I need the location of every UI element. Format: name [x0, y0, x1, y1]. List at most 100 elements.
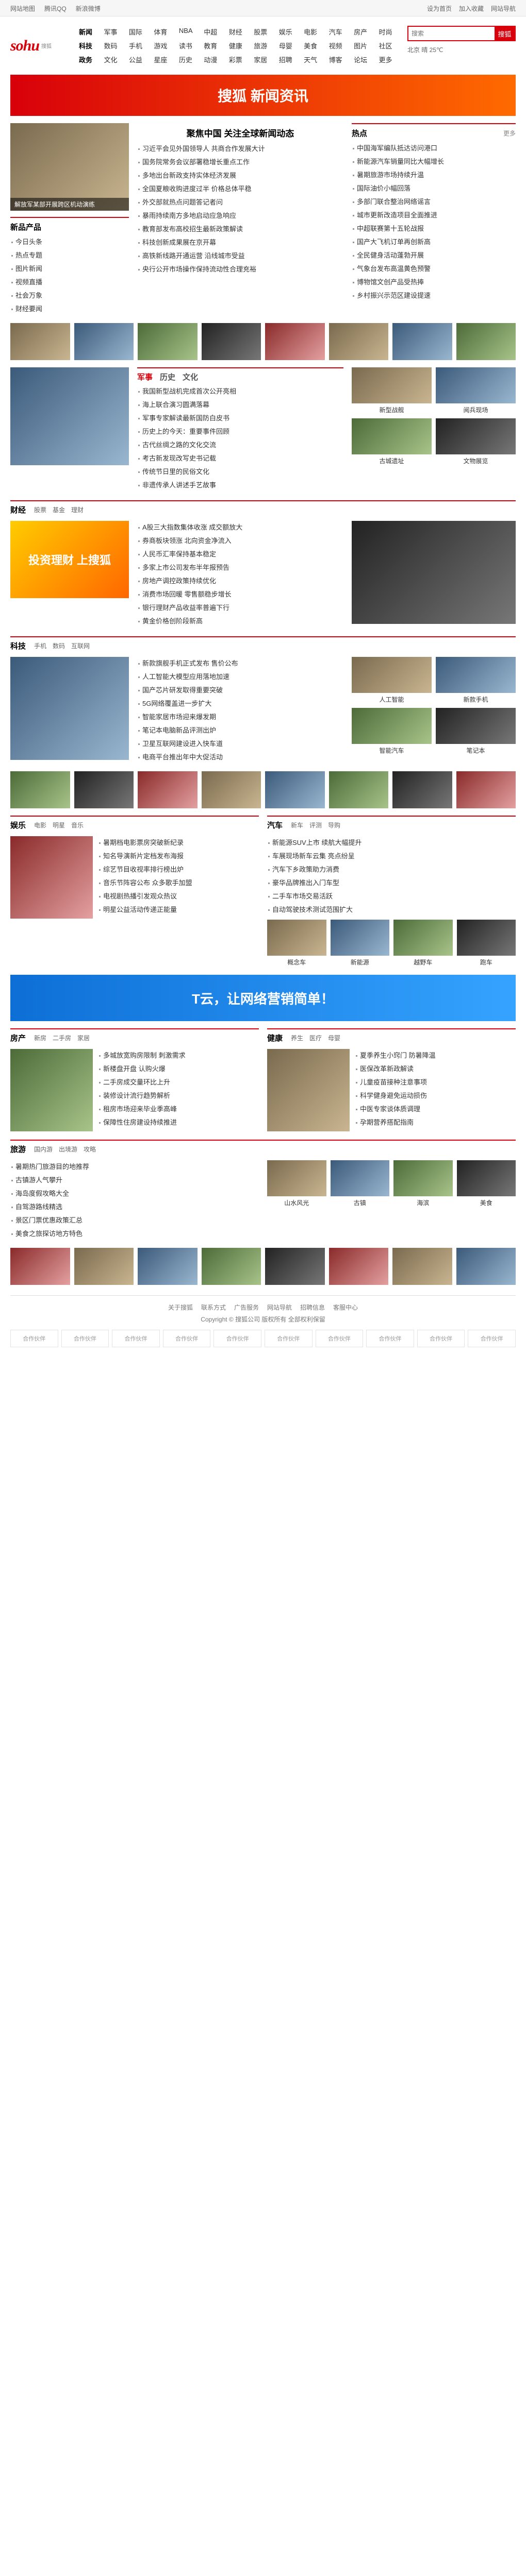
- strip-image[interactable]: [74, 1248, 134, 1285]
- news-item[interactable]: 明星公益活动传递正能量: [98, 903, 259, 917]
- sec9-thumb[interactable]: 海滨: [393, 1160, 453, 1207]
- footer-link[interactable]: 招聘信息: [300, 1304, 325, 1311]
- sec4-thumb[interactable]: 智能汽车: [352, 708, 432, 755]
- news-item[interactable]: 科学健身避免运动损伤: [355, 1089, 516, 1103]
- sec2-tab[interactable]: 历史: [160, 371, 175, 382]
- strip-image[interactable]: [328, 323, 388, 360]
- strip-image[interactable]: [10, 1248, 70, 1285]
- sec5-tab[interactable]: 音乐: [71, 821, 84, 829]
- nav-item[interactable]: 数码: [102, 40, 127, 52]
- hot-news-item[interactable]: 城市更新改造项目全面推进: [352, 209, 516, 222]
- hot-news-item[interactable]: 气象台发布高温黄色预警: [352, 262, 516, 276]
- news-item[interactable]: 电商平台推出年中大促活动: [137, 751, 343, 764]
- hot-news-item[interactable]: 全民健身活动蓬勃开展: [352, 249, 516, 262]
- news-item[interactable]: 美食之旅探访地方特色: [10, 1227, 259, 1241]
- sec6-thumb[interactable]: 跑车: [456, 920, 516, 967]
- tyun-ad[interactable]: T云，让网络营销简单！: [10, 975, 516, 1021]
- news-item[interactable]: 人工智能大模型应用落地加速: [137, 670, 343, 684]
- sec7-tab[interactable]: 新房: [34, 1033, 46, 1042]
- sec7-tab[interactable]: 家居: [77, 1033, 90, 1042]
- nav-item[interactable]: 股票: [252, 26, 277, 38]
- hot-news-item[interactable]: 乡村振兴示范区建设提速: [352, 289, 516, 302]
- news-item[interactable]: 5G网络覆盖进一步扩大: [137, 697, 343, 710]
- hot-news-item[interactable]: 国产大飞机订单再创新高: [352, 235, 516, 249]
- news-item[interactable]: 多地出台新政支持实体经济发展: [137, 169, 343, 182]
- sec4-thumb[interactable]: 新款手机: [436, 657, 516, 704]
- news-item[interactable]: 房地产调控政策持续优化: [137, 574, 343, 588]
- sec6-thumb[interactable]: 新能源: [330, 920, 389, 967]
- strip-image[interactable]: [201, 323, 261, 360]
- sec8-tab[interactable]: 养生: [291, 1033, 303, 1042]
- news-item[interactable]: 保障性住房建设持续推进: [98, 1116, 259, 1129]
- partner-logo[interactable]: 合作伙伴: [468, 1330, 516, 1347]
- sec5-tab[interactable]: 电影: [34, 821, 46, 829]
- news-item[interactable]: 央行公开市场操作保持流动性合理充裕: [137, 263, 343, 276]
- nav-item[interactable]: 天气: [302, 54, 327, 65]
- news-item[interactable]: 景区门票优惠政策汇总: [10, 1214, 259, 1227]
- sec4-tab[interactable]: 互联网: [71, 641, 90, 650]
- topbar-link[interactable]: 网站地图: [10, 4, 35, 13]
- news-item[interactable]: 暴雨持续南方多地启动应急响应: [137, 209, 343, 223]
- partner-logo[interactable]: 合作伙伴: [162, 1330, 211, 1347]
- main-headline[interactable]: 聚焦中国 关注全球新闻动态: [137, 123, 343, 142]
- news-item[interactable]: 新款旗舰手机正式发布 售价公布: [137, 657, 343, 670]
- news-item[interactable]: 非遗传承人讲述手艺故事: [137, 479, 343, 492]
- sec8-tab[interactable]: 母婴: [328, 1033, 340, 1042]
- partner-logo[interactable]: 合作伙伴: [417, 1330, 465, 1347]
- sec4-thumb[interactable]: 笔记本: [436, 708, 516, 755]
- news-item[interactable]: 古镇游人气攀升: [10, 1174, 259, 1187]
- sec3-tab[interactable]: 理财: [71, 505, 84, 514]
- nav-item[interactable]: 手机: [127, 40, 152, 52]
- hot-more-link[interactable]: 更多: [503, 129, 516, 138]
- strip-image[interactable]: [74, 323, 134, 360]
- strip-image[interactable]: [265, 323, 325, 360]
- news-item[interactable]: 装修设计流行趋势解析: [98, 1089, 259, 1103]
- sec9-thumb[interactable]: 古镇: [330, 1160, 389, 1207]
- news-item[interactable]: 新楼盘开盘 认购火爆: [98, 1062, 259, 1076]
- news-item[interactable]: 车展现场新车云集 亮点纷呈: [267, 850, 516, 863]
- news-item[interactable]: 外交部就热点问题答记者问: [137, 196, 343, 209]
- search-button[interactable]: 搜狐: [495, 27, 515, 40]
- nav-item[interactable]: 文化: [102, 54, 127, 65]
- nav-item[interactable]: 视频: [327, 40, 352, 52]
- strip-image[interactable]: [392, 1248, 452, 1285]
- sec7-image[interactable]: [10, 1049, 93, 1131]
- strip-image[interactable]: [456, 323, 516, 360]
- sec6-tab[interactable]: 评测: [309, 821, 322, 829]
- nav-item[interactable]: 论坛: [352, 54, 377, 65]
- news-item[interactable]: 消费市场回暖 零售额稳步增长: [137, 588, 343, 601]
- news-item[interactable]: 二手房成交量环比上升: [98, 1076, 259, 1089]
- strip-image[interactable]: [328, 771, 388, 808]
- strip-image[interactable]: [328, 1248, 388, 1285]
- sec7-tab[interactable]: 二手房: [53, 1033, 71, 1042]
- set-homepage-link[interactable]: 设为首页: [427, 4, 452, 13]
- partner-logo[interactable]: 合作伙伴: [315, 1330, 364, 1347]
- news-item[interactable]: 教育部发布高校招生最新政策解读: [137, 223, 343, 236]
- sec2-thumb[interactable]: 新型战舰: [352, 367, 432, 414]
- news-item[interactable]: 券商板块领涨 北向资金净流入: [137, 534, 343, 548]
- sec6-thumb[interactable]: 概念车: [267, 920, 326, 967]
- news-item[interactable]: 音乐节阵容公布 众多歌手加盟: [98, 876, 259, 890]
- nav-item[interactable]: 旅游: [252, 40, 277, 52]
- news-item[interactable]: 习近平会见外国领导人 共商合作发展大计: [137, 142, 343, 156]
- partner-logo[interactable]: 合作伙伴: [61, 1330, 109, 1347]
- news-item[interactable]: 银行理财产品收益率普遍下行: [137, 601, 343, 615]
- nav-item[interactable]: 彩票: [227, 54, 252, 65]
- nav-item[interactable]: 博客: [327, 54, 352, 65]
- news-item[interactable]: 传统节日里的民俗文化: [137, 465, 343, 479]
- news-item[interactable]: 笔记本电脑新品评测出炉: [137, 724, 343, 737]
- product-link[interactable]: 今日头条: [10, 235, 129, 249]
- sec2-thumb[interactable]: 文物展览: [436, 418, 516, 465]
- footer-link[interactable]: 关于搜狐: [168, 1304, 193, 1311]
- news-item[interactable]: 科技创新成果展在京开幕: [137, 236, 343, 249]
- nav-item[interactable]: 社区: [377, 40, 402, 52]
- news-item[interactable]: 租房市场迎来毕业季高峰: [98, 1103, 259, 1116]
- nav-item[interactable]: 军事: [102, 26, 127, 38]
- nav-item[interactable]: 家居: [252, 54, 277, 65]
- nav-item[interactable]: 美食: [302, 40, 327, 52]
- news-item[interactable]: 卫星互联网建设进入快车道: [137, 737, 343, 751]
- product-link[interactable]: 社会万象: [10, 289, 129, 302]
- sec5-tab[interactable]: 明星: [53, 821, 65, 829]
- strip-image[interactable]: [10, 771, 70, 808]
- nav-item[interactable]: 汽车: [327, 26, 352, 38]
